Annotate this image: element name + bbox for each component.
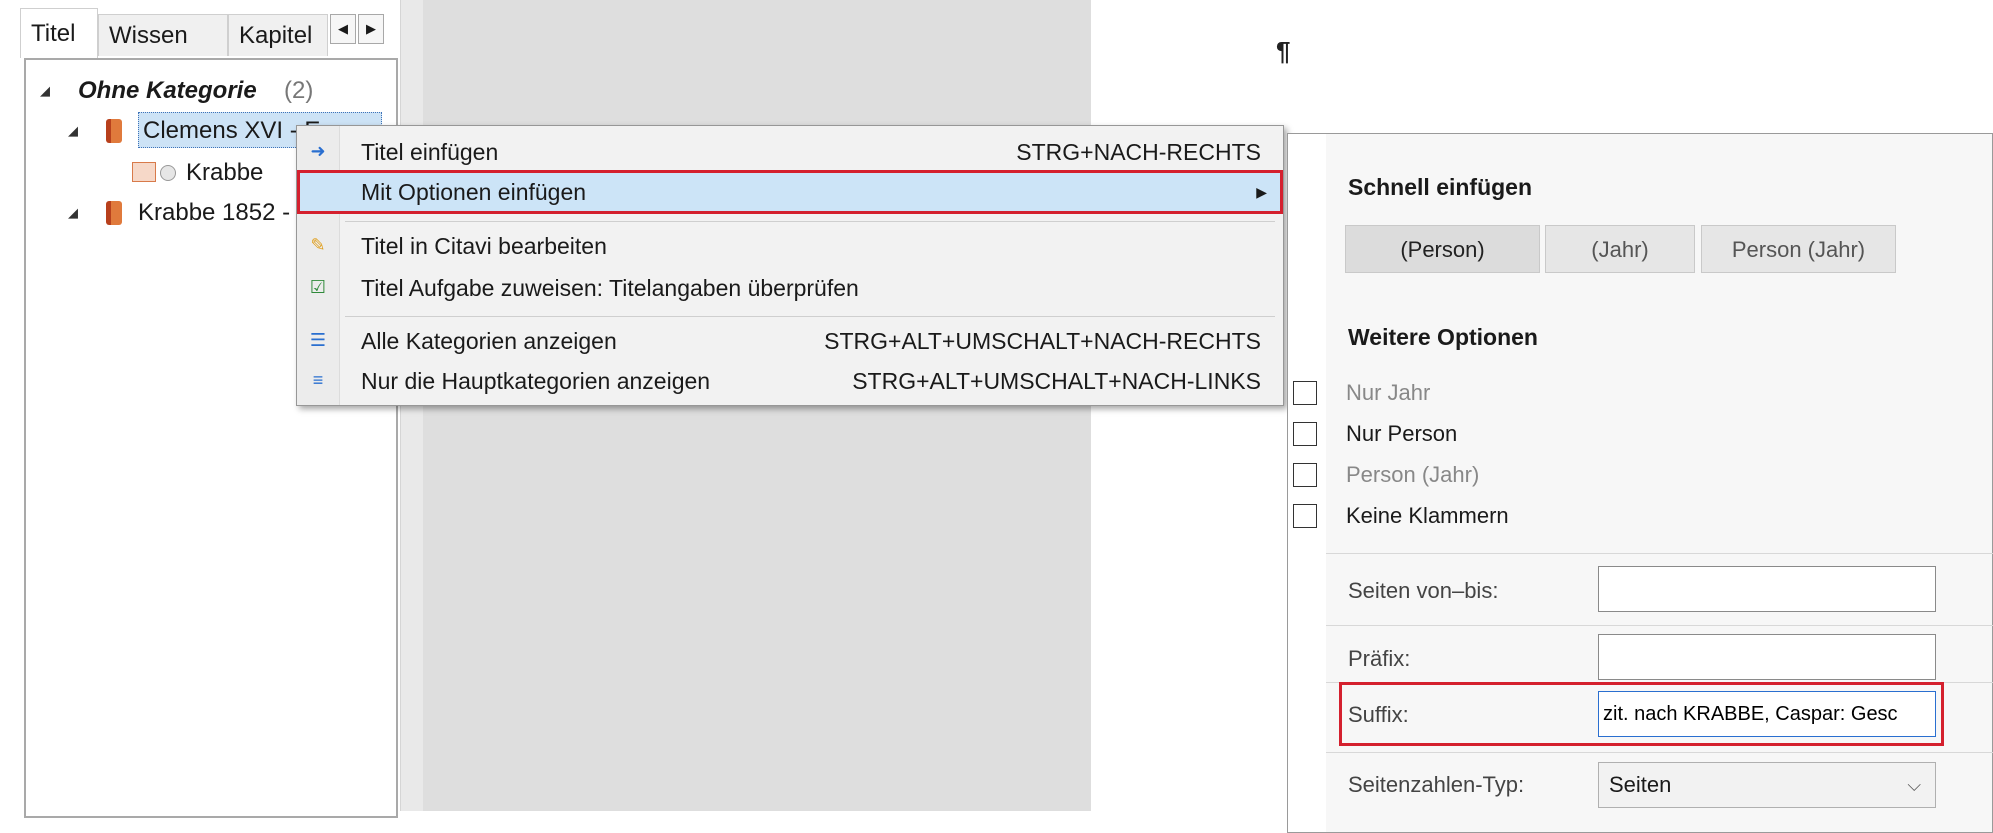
- menu-item-hauptkategorien[interactable]: ≡ Nur die Hauptkategorien anzeigen STRG+…: [297, 359, 1283, 403]
- tab-strip: Titel Wissen Kapitel ◀ ▶: [0, 0, 410, 58]
- category-count: (2): [284, 77, 314, 104]
- quick-jahr-button[interactable]: (Jahr): [1545, 225, 1695, 273]
- tab-scroll-right-icon[interactable]: ▶: [358, 14, 384, 44]
- tree-item-clemens[interactable]: ◢ Clemens XVI - E...: [26, 112, 382, 150]
- expanded-triangle-icon[interactable]: ◢: [68, 194, 78, 232]
- expanded-triangle-icon[interactable]: ◢: [40, 72, 50, 110]
- suffix-input[interactable]: [1598, 691, 1936, 737]
- tab-wissen[interactable]: Wissen: [98, 14, 228, 56]
- menu-item-titel-bearbeiten[interactable]: ✎ Titel in Citavi bearbeiten: [297, 224, 1283, 268]
- category-label: Ohne Kategorie: [78, 77, 257, 104]
- pages-input[interactable]: [1598, 566, 1936, 612]
- paragraph-mark: ¶: [1276, 36, 1291, 66]
- more-options-heading: Weitere Optionen: [1348, 324, 1538, 350]
- menu-item-mit-optionen-einfuegen[interactable]: Mit Optionen einfügen ▶: [297, 170, 1283, 214]
- expanded-triangle-icon[interactable]: ◢: [68, 112, 78, 150]
- tab-scroll-left-icon[interactable]: ◀: [330, 14, 356, 44]
- menu-item-titel-einfuegen[interactable]: ➜ Titel einfügen STRG+NACH-RECHTS: [297, 130, 1283, 174]
- child-title-label: Krabbe: [186, 159, 264, 186]
- divider: [1326, 625, 1993, 626]
- page-type-label: Seitenzahlen-Typ:: [1348, 772, 1525, 797]
- submenu-arrow-icon: ▶: [1256, 184, 1267, 200]
- quick-insert-heading: Schnell einfügen: [1348, 174, 1533, 200]
- pencil-icon: ✎: [310, 235, 326, 255]
- suffix-label: Suffix:: [1348, 702, 1409, 727]
- prefix-input[interactable]: [1598, 634, 1936, 680]
- chevron-down-icon: ⌵: [1907, 775, 1921, 795]
- menu-separator: [345, 316, 1275, 317]
- insert-options-panel: Schnell einfügen (Person) (Jahr) Person …: [1287, 133, 1993, 833]
- checkbox[interactable]: [1293, 463, 1317, 487]
- show-all-categories-icon: ☰: [309, 330, 327, 350]
- insert-arrow-icon: ➜: [310, 141, 326, 161]
- title-label: Krabbe 1852 -: [138, 199, 291, 226]
- context-menu: ➜ Titel einfügen STRG+NACH-RECHTS Mit Op…: [296, 125, 1284, 406]
- quick-person-jahr-button[interactable]: Person (Jahr): [1701, 225, 1896, 273]
- book-icon: [106, 201, 122, 225]
- page-type-select[interactable]: Seiten ⌵: [1598, 762, 1936, 808]
- checkbox[interactable]: [1293, 381, 1317, 405]
- checkbox[interactable]: [1293, 504, 1317, 528]
- pages-label: Seiten von–bis:: [1348, 578, 1499, 603]
- menu-item-alle-kategorien[interactable]: ☰ Alle Kategorien anzeigen STRG+ALT+UMSC…: [297, 319, 1283, 363]
- status-dot-icon: [160, 165, 176, 181]
- menu-item-aufgabe-zuweisen[interactable]: ☑ Titel Aufgabe zuweisen: Titelangaben ü…: [297, 266, 1283, 310]
- task-assign-icon: ☑: [309, 277, 327, 297]
- prefix-label: Präfix:: [1348, 646, 1411, 671]
- checkbox[interactable]: [1293, 422, 1317, 446]
- menu-separator: [345, 221, 1275, 222]
- tab-kapitel[interactable]: Kapitel: [228, 14, 328, 56]
- main-categories-icon: ≡: [312, 370, 324, 390]
- book-icon: [106, 119, 122, 143]
- divider: [1326, 553, 1993, 554]
- quote-icon: [132, 162, 156, 182]
- quick-person-button[interactable]: (Person): [1345, 225, 1540, 273]
- divider: [1326, 752, 1993, 753]
- tab-titel[interactable]: Titel: [20, 8, 98, 58]
